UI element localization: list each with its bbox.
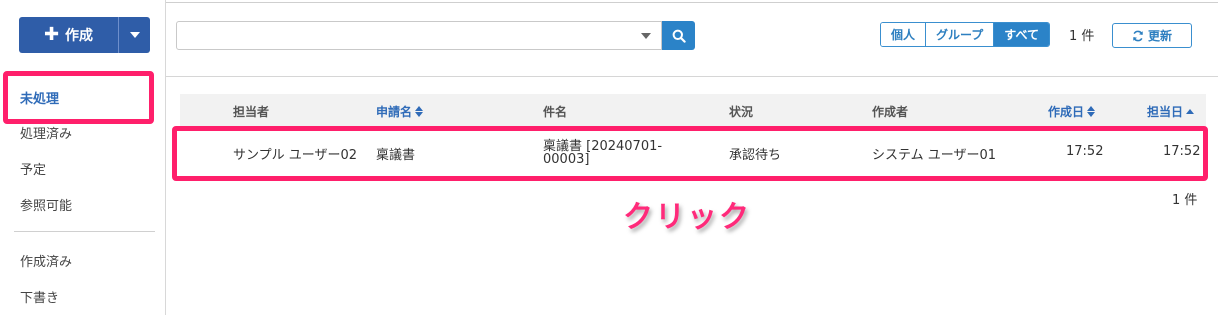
column-header-label: 状況 (729, 105, 754, 119)
column-header-application-name[interactable]: 申請名 (376, 103, 424, 120)
column-header-label: 件名 (543, 105, 568, 119)
sidebar-item-created[interactable]: 作成済み (20, 251, 72, 270)
plus-icon: ✚ (43, 24, 60, 45)
refresh-button-label: 更新 (1147, 29, 1172, 43)
sort-icon (1087, 106, 1096, 117)
column-header-assignee: 担当者 (233, 103, 269, 120)
column-header-creator: 作成者 (872, 103, 908, 120)
sidebar-divider (14, 231, 155, 232)
column-header-label: 担当日 (1147, 105, 1184, 119)
sidebar-item-drafts[interactable]: 下書き (20, 287, 59, 306)
top-border (0, 2, 1218, 3)
tab-personal[interactable]: 個人 (881, 23, 926, 46)
column-header-label: 作成日 (1048, 105, 1085, 119)
create-dropdown-button[interactable] (119, 17, 150, 53)
create-button[interactable]: ✚ 作成 (19, 17, 118, 53)
tab-group[interactable]: グループ (925, 23, 994, 46)
filter-tabs: 個人 グループ すべて (880, 22, 1050, 47)
create-button-group: ✚ 作成 (19, 17, 150, 53)
toolbar-divider (166, 76, 1218, 77)
column-header-created-date[interactable]: 作成日 (1048, 103, 1096, 120)
column-header-label: 作成者 (872, 105, 909, 119)
highlight-box-row (172, 126, 1208, 181)
search-icon (672, 29, 686, 43)
result-count-bottom: 1 件 (1172, 193, 1198, 208)
highlight-box-sidebar (3, 71, 154, 124)
search-button[interactable] (662, 21, 695, 50)
column-header-status: 状況 (729, 103, 753, 120)
refresh-icon (1133, 30, 1143, 41)
create-button-label: 作成 (65, 28, 94, 44)
sort-asc-icon (1186, 109, 1195, 114)
tab-all[interactable]: すべて (993, 23, 1049, 46)
sidebar: ✚ 作成 未処理 処理済み 予定 参照可能 作成済み 下書き (0, 0, 166, 315)
click-annotation: クリック (623, 200, 751, 235)
chevron-down-icon[interactable] (641, 33, 651, 39)
column-header-subject: 件名 (543, 103, 567, 120)
column-header-label: 担当者 (233, 105, 270, 119)
search-field (176, 21, 662, 50)
search-input[interactable] (177, 22, 617, 49)
search-bar (176, 21, 695, 50)
sidebar-item-scheduled[interactable]: 予定 (20, 159, 46, 178)
sidebar-item-processed[interactable]: 処理済み (20, 123, 72, 142)
column-header-assigned-date[interactable]: 担当日 (1147, 103, 1195, 120)
refresh-button[interactable]: 更新 (1112, 23, 1192, 48)
sort-icon (415, 106, 424, 117)
column-header-label: 申請名 (376, 105, 413, 119)
sidebar-item-viewable[interactable]: 参照可能 (20, 195, 72, 214)
chevron-down-icon (129, 32, 140, 38)
result-count: 1 件 (1069, 29, 1095, 44)
